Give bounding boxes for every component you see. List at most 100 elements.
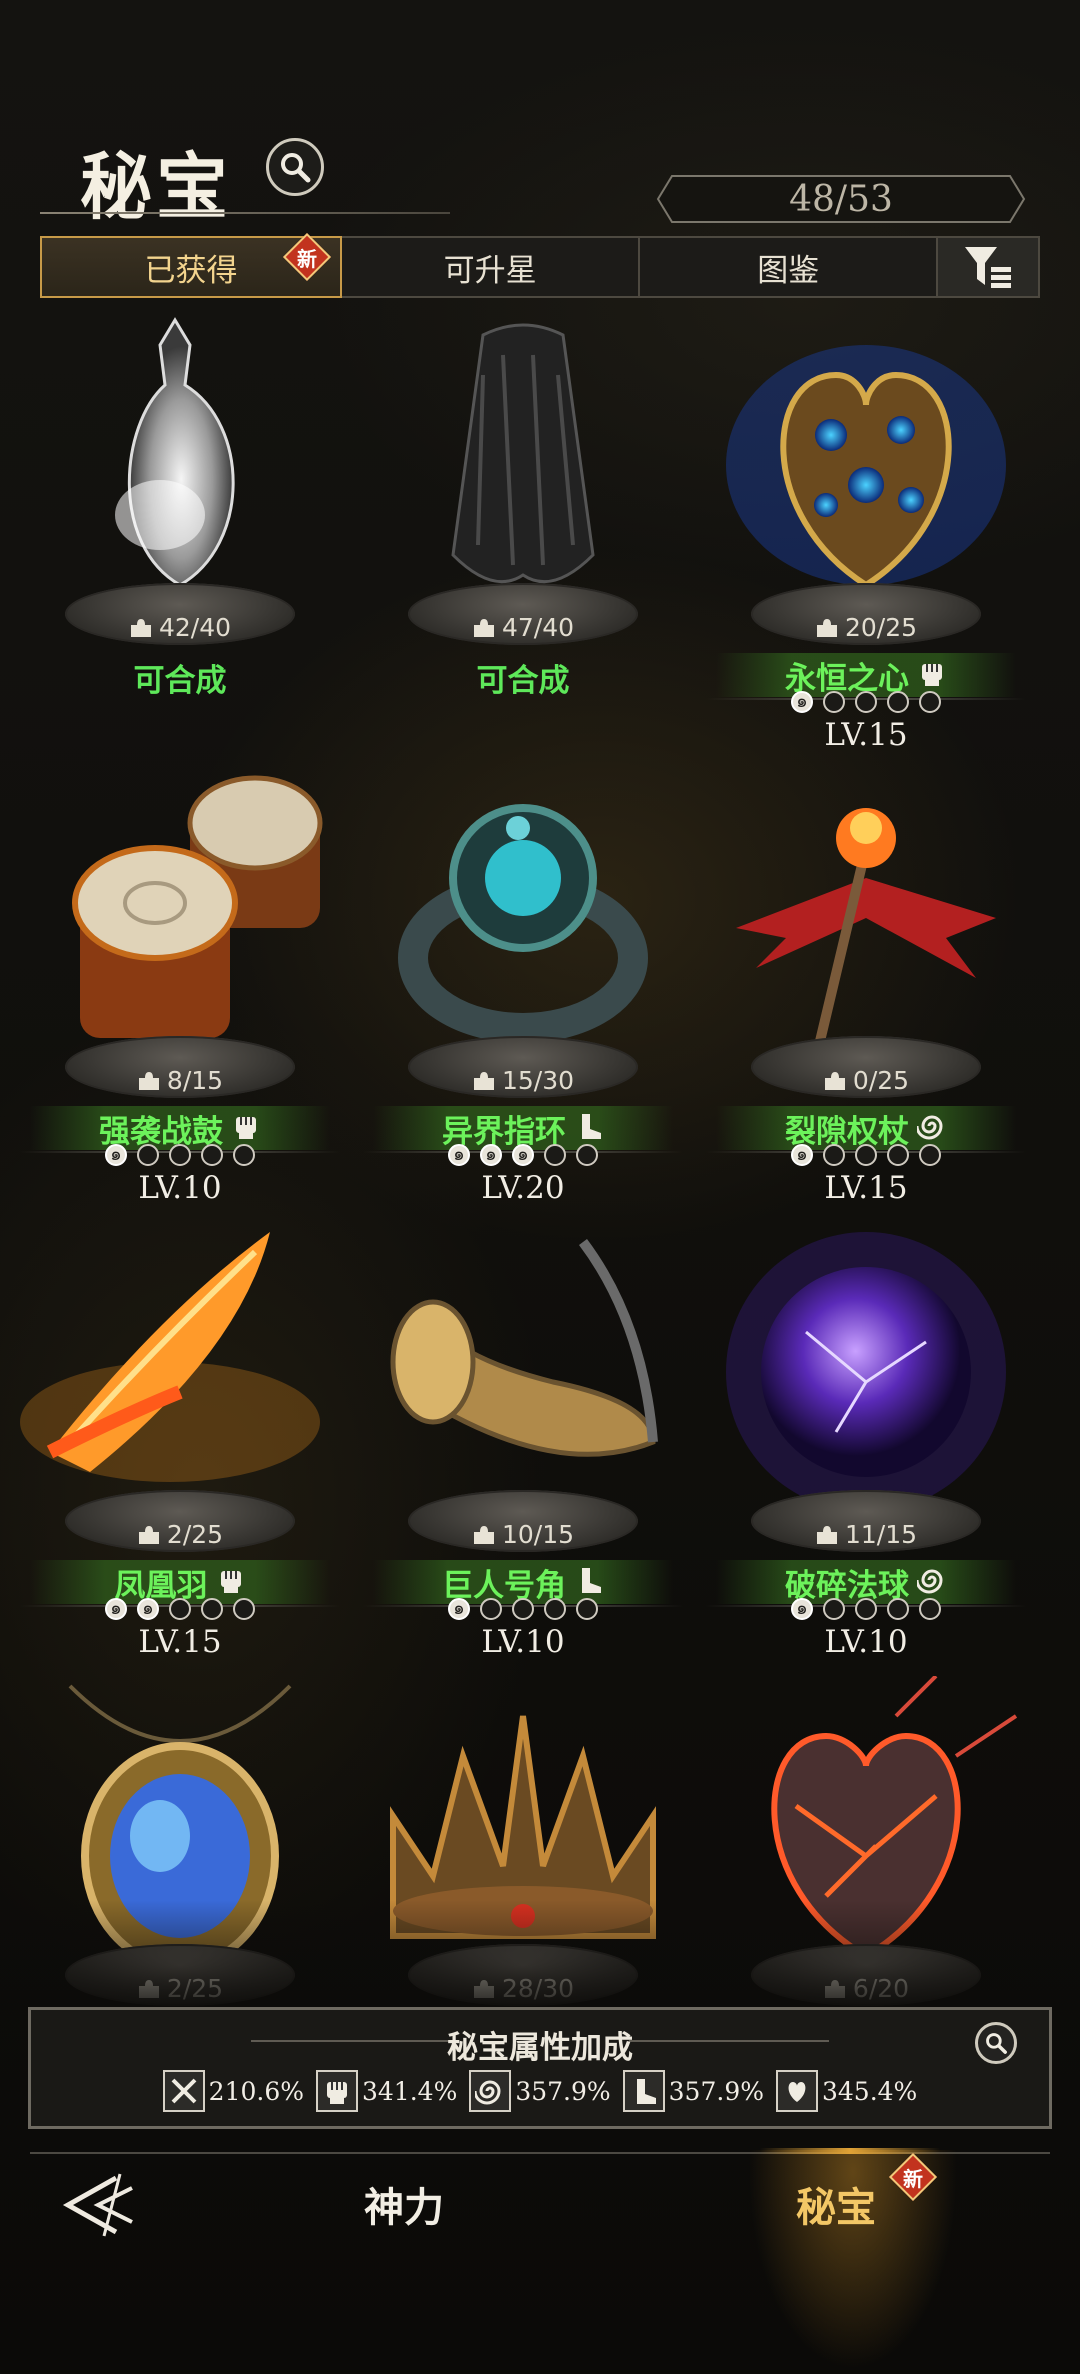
star-icon [576, 1144, 598, 1166]
treasure-level: LV.10 [138, 1170, 222, 1206]
treasure-war-drums-image [10, 768, 350, 1068]
fist-icon [231, 1111, 261, 1145]
star-icon [169, 1144, 191, 1166]
treasure-level: LV.10 [481, 1624, 565, 1660]
star-icon [544, 1598, 566, 1620]
star-icon: ๑ [512, 1144, 534, 1166]
star-rating: ๑๑๑ [353, 1144, 693, 1166]
bonus-info-button[interactable] [975, 2022, 1017, 2064]
star-icon [855, 1144, 877, 1166]
puzzle-piece-icon [473, 1071, 494, 1090]
nav-treasures[interactable]: 秘宝 [796, 2175, 876, 2233]
treasure-card[interactable]: 11/15 破碎法球๑ LV.10 [696, 1222, 1036, 1662]
star-icon [233, 1144, 255, 1166]
treasure-phoenix-feather-image [10, 1222, 350, 1522]
star-icon [823, 1144, 845, 1166]
treasure-dark-cloak-image [353, 315, 693, 615]
treasure-arcane-orb-image [696, 1222, 1036, 1522]
star-rating: ๑ [696, 691, 1036, 713]
treasure-card[interactable]: 0/25 裂隙权杖๑ LV.15 [696, 768, 1036, 1208]
star-icon [576, 1598, 598, 1620]
bonus-stat: 341.4% [316, 2070, 457, 2112]
treasure-card[interactable]: 15/30 异界指环๑๑๑ LV.20 [353, 768, 693, 1208]
star-icon: ๑ [791, 691, 813, 713]
nav-divine-power[interactable]: 神力 [364, 2175, 444, 2233]
filter-icon [965, 247, 1012, 288]
star-icon [233, 1598, 255, 1620]
bonus-stat: 210.6% [162, 2070, 304, 2112]
star-icon [201, 1598, 223, 1620]
title-underline [40, 212, 450, 214]
puzzle-piece-icon [816, 1525, 837, 1544]
tab-obtained[interactable]: 已获得 新 [40, 232, 343, 298]
tab-codex[interactable]: 图鉴 [640, 238, 939, 296]
treasure-level: LV.15 [138, 1624, 222, 1660]
star-icon [201, 1144, 223, 1166]
fragment-count: 15/30 [353, 1066, 693, 1095]
star-icon [887, 691, 909, 713]
puzzle-piece-icon [130, 618, 151, 637]
fragment-count: 2/25 [10, 1520, 350, 1549]
star-icon [823, 1598, 845, 1620]
fragment-count: 10/15 [353, 1520, 693, 1549]
treasure-card[interactable]: 20/25 永恒之心๑ LV.15 [696, 315, 1036, 755]
attribute-bonus-panel[interactable]: 秘宝属性加成 210.6% 341.4% 357.9% 357.9% 345.4% [28, 2007, 1052, 2129]
star-icon [823, 691, 845, 713]
new-badge: 新 [282, 232, 332, 282]
treasure-level: LV.20 [481, 1170, 565, 1206]
treasure-jeweled-heart-image [696, 315, 1036, 615]
star-icon [919, 691, 941, 713]
search-icon [986, 2033, 1007, 2054]
can-combine-status: 可合成 [133, 663, 227, 699]
star-icon [169, 1598, 191, 1620]
bonus-stat: 345.4% [775, 2070, 917, 2112]
back-arrow-icon [62, 2173, 133, 2237]
page-title: 秘宝 [80, 144, 233, 229]
star-icon [855, 1598, 877, 1620]
bonus-stat: 357.9% [622, 2070, 764, 2112]
star-icon: ๑ [105, 1598, 127, 1620]
star-icon [512, 1598, 534, 1620]
star-icon: ๑ [480, 1144, 502, 1166]
treasure-ring-image [353, 768, 693, 1068]
fist-icon [917, 658, 947, 692]
star-icon [919, 1144, 941, 1166]
star-rating: ๑ [353, 1598, 693, 1620]
treasure-winged-scepter-image [696, 768, 1036, 1068]
puzzle-piece-icon [824, 1071, 845, 1090]
collection-counter: 48/53 [656, 174, 1026, 224]
fragment-count: 0/25 [696, 1066, 1036, 1095]
treasure-card[interactable]: 42/40 可合成 [10, 315, 350, 755]
treasure-card[interactable]: 8/15 强袭战鼓๑ LV.10 [10, 768, 350, 1208]
treasure-card[interactable]: 2/25 凤凰羽๑๑ LV.15 [10, 1222, 350, 1662]
tab-bar: 已获得 新 可升星 图鉴 [40, 232, 1040, 298]
boot-icon [574, 1111, 604, 1145]
swirl-icon [469, 2070, 512, 2112]
star-icon [855, 691, 877, 713]
treasure-card[interactable]: 47/40 可合成 [353, 315, 693, 755]
fragment-count: 42/40 [10, 613, 350, 642]
treasure-card[interactable]: 10/15 巨人号角๑ LV.10 [353, 1222, 693, 1662]
back-button[interactable] [58, 2170, 138, 2240]
puzzle-piece-icon [138, 1525, 159, 1544]
star-rating: ๑ [10, 1144, 350, 1166]
star-icon: ๑ [448, 1144, 470, 1166]
star-icon [919, 1598, 941, 1620]
fist-icon [316, 2070, 358, 2112]
star-icon: ๑ [137, 1598, 159, 1620]
puzzle-piece-icon [473, 618, 494, 637]
filter-button[interactable] [938, 238, 1039, 296]
tab-upgradable[interactable]: 可升星 [342, 238, 641, 296]
swirl-icon [915, 1565, 947, 1599]
nav-new-badge: 新 [888, 2152, 938, 2202]
treasure-potion-bottle-image [10, 315, 350, 615]
fragment-count: 47/40 [353, 613, 693, 642]
treasure-level: LV.10 [824, 1624, 908, 1660]
can-combine-status: 可合成 [476, 663, 570, 699]
star-icon [887, 1144, 909, 1166]
star-icon: ๑ [791, 1598, 813, 1620]
star-icon [137, 1144, 159, 1166]
sword-icon [162, 2070, 205, 2112]
fragment-count: 20/25 [696, 613, 1036, 642]
search-button[interactable] [266, 138, 324, 196]
